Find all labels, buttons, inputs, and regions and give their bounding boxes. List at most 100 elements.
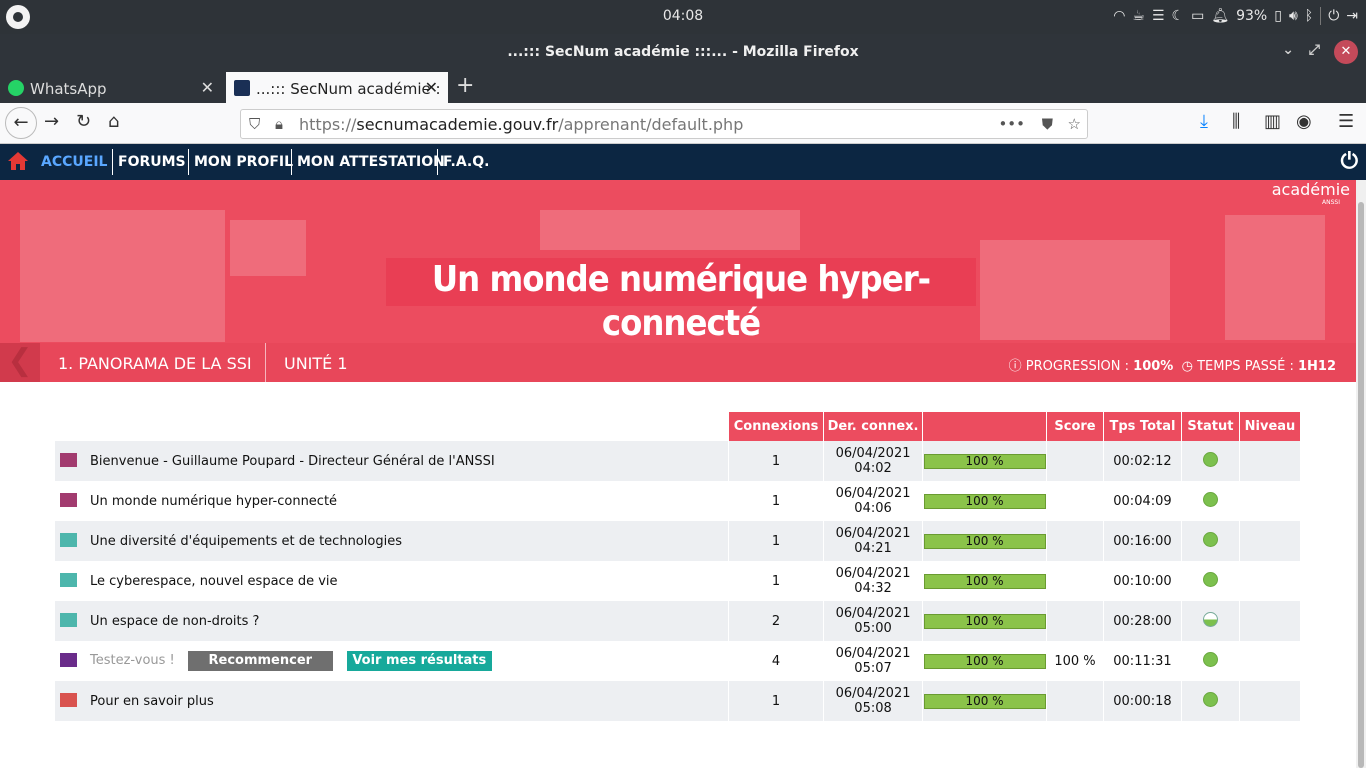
last-connexion-time: 04:06: [854, 501, 892, 516]
brand-sub: ANSSI: [1322, 199, 1340, 206]
folder-icon[interactable]: ▭: [1191, 8, 1204, 24]
last-connexion-date: 06/04/2021: [835, 646, 911, 661]
connexions-cell: 2: [728, 601, 825, 641]
night-mode-icon[interactable]: ☾: [1172, 8, 1185, 24]
status-cell: [1181, 561, 1240, 601]
activity-name[interactable]: Testez-vous !: [90, 653, 175, 668]
pocket-icon[interactable]: ⛊: [1042, 115, 1053, 133]
total-time-cell: 00:04:09: [1103, 481, 1182, 521]
last-connexion-cell: 06/04/2021 05:08: [823, 681, 924, 721]
status-cell: [1181, 441, 1240, 481]
shield-icon[interactable]: ⛉: [249, 115, 260, 133]
banner-title: Un monde numérique hyper-connecté: [386, 258, 976, 344]
activity-name[interactable]: Bienvenue - Guillaume Poupard - Directeu…: [90, 454, 495, 469]
url-bar[interactable]: ⛉ 🔒︎ https://secnumacademie.gouv.fr/appr…: [240, 109, 1088, 139]
account-icon[interactable]: ◉: [1296, 111, 1312, 132]
volume-icon[interactable]: 🔊︎: [1289, 8, 1298, 24]
activity-name[interactable]: Un espace de non-droits ?: [90, 614, 259, 629]
bookmark-star-icon[interactable]: ☆: [1068, 115, 1081, 133]
module-title[interactable]: 1. PANORAMA DE LA SSI: [58, 354, 252, 373]
home-icon[interactable]: ⌂: [108, 111, 119, 132]
new-tab-icon[interactable]: +: [456, 73, 474, 98]
back-icon[interactable]: ←: [5, 107, 37, 139]
connexions-cell: 1: [728, 681, 825, 721]
system-tray: ◠ ☕ ☰ ☾ ▭ 🔔︎ 93% ▯ 🔊︎ ᛒ ⏻ ⇥: [1113, 7, 1358, 25]
progress-cell: 100 %: [922, 601, 1047, 641]
page-actions-icon[interactable]: •••: [998, 115, 1025, 133]
status-indicator-icon: [1202, 571, 1218, 587]
hamburger-menu-icon[interactable]: ☰: [1338, 111, 1354, 132]
logout-power-icon[interactable]: ⏻: [1341, 149, 1358, 174]
time-label: TEMPS PASSÉ :: [1197, 359, 1294, 374]
nav-faq[interactable]: F.A.Q.: [443, 154, 489, 170]
score-cell: [1046, 681, 1104, 721]
progress-bar: 100 %: [923, 573, 1046, 589]
activity-name[interactable]: Pour en savoir plus: [90, 694, 214, 709]
progress-bar: 100 %: [923, 453, 1046, 469]
whatsapp-icon: [8, 80, 24, 96]
status-indicator-icon: [1202, 691, 1218, 707]
tab-bar: WhatsApp ✕ ...::: SecNum académie : ✕: [0, 70, 1366, 103]
score-cell: [1046, 441, 1104, 481]
progress-summary: ⓘ PROGRESSION : 100% ◷ TEMPS PASSÉ : 1H1…: [1009, 355, 1336, 374]
table-row: Une diversité d'équipements et de techno…: [55, 521, 1302, 561]
tab-close-icon[interactable]: ✕: [425, 78, 438, 97]
scrollbar-thumb[interactable]: [1358, 202, 1364, 768]
nav-mon-attestation[interactable]: MON ATTESTATION: [297, 154, 445, 170]
nav-mon-profil[interactable]: MON PROFIL: [194, 154, 293, 170]
last-connexion-time: 05:00: [854, 621, 892, 636]
sidebar-icon[interactable]: ▥: [1264, 111, 1281, 132]
menu-icon[interactable]: ☰: [1152, 8, 1165, 24]
minimize-icon[interactable]: ⌄: [1282, 42, 1294, 58]
coffee-icon[interactable]: ☕: [1132, 8, 1145, 24]
tab-secnum[interactable]: ...::: SecNum académie : ✕: [226, 72, 448, 103]
nav-forums[interactable]: FORUMS: [118, 154, 186, 170]
progress-cell: 100 %: [922, 681, 1047, 721]
status-indicator-icon: [1202, 491, 1218, 507]
lock-icon[interactable]: 🔒︎: [275, 115, 283, 133]
previous-chevron-icon[interactable]: ❮: [0, 343, 40, 382]
activity-name[interactable]: Une diversité d'équipements et de techno…: [90, 534, 402, 549]
download-icon[interactable]: ⤓: [1200, 111, 1208, 132]
logout-icon[interactable]: ⇥: [1346, 8, 1358, 24]
total-time-cell: 00:10:00: [1103, 561, 1182, 601]
tab-close-icon[interactable]: ✕: [201, 78, 214, 97]
window-title: ...::: SecNum académie :::... - Mozilla …: [507, 44, 859, 60]
document-icon: [60, 693, 77, 707]
bluetooth-icon[interactable]: ᛒ: [1305, 8, 1313, 24]
view-results-button[interactable]: Voir mes résultats: [346, 651, 492, 671]
battery-icon[interactable]: ▯: [1274, 8, 1282, 24]
tab-whatsapp[interactable]: WhatsApp ✕: [0, 72, 224, 103]
quiz-icon: [60, 653, 77, 667]
level-cell: [1239, 521, 1302, 561]
connexions-cell: 1: [728, 521, 825, 561]
connexions-cell: 1: [728, 561, 825, 601]
status-indicator-icon: [1202, 651, 1218, 667]
power-icon[interactable]: ⏻: [1328, 8, 1339, 24]
page-scrollbar[interactable]: [1356, 180, 1366, 768]
close-window-icon[interactable]: ✕: [1334, 40, 1358, 64]
url-host: secnumacademie.gouv.fr: [356, 115, 559, 134]
maximize-icon[interactable]: ⤢: [1309, 42, 1320, 58]
header-der-connex: Der. connex.: [823, 412, 924, 441]
library-icon[interactable]: ⫼: [1232, 111, 1240, 132]
last-connexion-cell: 06/04/2021 05:07: [823, 641, 924, 681]
level-cell: [1239, 601, 1302, 641]
reload-icon[interactable]: ↻: [76, 111, 91, 132]
activity-name[interactable]: Un monde numérique hyper-connecté: [90, 494, 337, 509]
table-row: Un espace de non-droits ? 2 06/04/2021 05:0…: [55, 601, 1302, 641]
graduation-cap-icon: [234, 80, 250, 96]
home-house-icon[interactable]: [7, 151, 29, 171]
envelope-illustration: [230, 220, 306, 276]
video-icon: [60, 493, 77, 507]
header-niveau: Niveau: [1239, 412, 1302, 441]
wifi-icon[interactable]: ◠: [1113, 8, 1125, 24]
nav-divider: [188, 149, 189, 175]
forward-icon[interactable]: →: [44, 111, 59, 132]
restart-button[interactable]: Recommencer: [187, 651, 333, 671]
notification-icon[interactable]: 🔔︎: [1211, 8, 1229, 24]
status-indicator-icon: [1202, 611, 1218, 627]
activity-name[interactable]: Le cyberespace, nouvel espace de vie: [90, 574, 338, 589]
battery-level[interactable]: 93%: [1236, 8, 1267, 24]
nav-accueil[interactable]: ACCUEIL: [41, 154, 107, 170]
